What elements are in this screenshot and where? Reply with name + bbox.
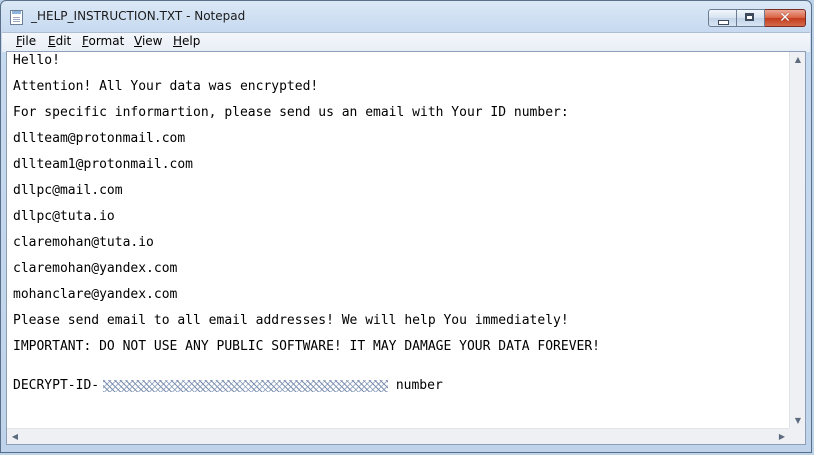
notepad-icon[interactable]	[10, 10, 23, 25]
text-line: Hello!	[13, 53, 60, 68]
menu-bar: File Edit Format View Help	[2, 32, 810, 52]
minimize-button[interactable]	[708, 9, 737, 27]
notepad-window: _HELP_INSTRUCTION.TXT - Notepad ✕ File E…	[0, 0, 812, 453]
text-editor[interactable]: Hello! Attention! All Your data was encr…	[6, 51, 806, 445]
menu-view[interactable]: View	[134, 34, 162, 48]
text-line: For specific informartion, please send u…	[13, 105, 569, 120]
text-line: Please send email to all email addresses…	[13, 313, 569, 328]
text-line: dllteam1@protonmail.com	[13, 157, 194, 172]
text-line: dllpc@mail.com	[13, 183, 123, 198]
text-line: mohanclare@yandex.com	[13, 287, 178, 302]
text-line: dllteam@protonmail.com	[13, 131, 186, 146]
menu-edit[interactable]: Edit	[48, 34, 71, 48]
triangle-left-icon[interactable]: ◀	[7, 429, 23, 445]
redacted-id	[103, 380, 388, 392]
menu-help[interactable]: Help	[173, 34, 200, 48]
scrollbar-corner	[789, 428, 805, 444]
text-line: dllpc@tuta.io	[13, 209, 115, 224]
maximize-icon	[745, 13, 754, 21]
maximize-button[interactable]	[737, 9, 765, 27]
vertical-scrollbar[interactable]: ▲ ▼	[789, 52, 805, 429]
text-line: claremohan@yandex.com	[13, 261, 178, 276]
triangle-up-icon[interactable]: ▲	[790, 52, 806, 68]
window-title: _HELP_INSTRUCTION.TXT - Notepad	[31, 9, 246, 23]
close-icon: ✕	[779, 10, 791, 26]
triangle-right-icon[interactable]: ▶	[774, 429, 790, 445]
triangle-down-icon[interactable]: ▼	[790, 413, 806, 429]
menu-file[interactable]: File	[16, 34, 36, 48]
text-line: IMPORTANT: DO NOT USE ANY PUBLIC SOFTWAR…	[13, 339, 600, 354]
text-line: Attention! All Your data was encrypted!	[13, 79, 319, 94]
minimize-icon	[718, 20, 729, 25]
decrypt-id-prefix: DECRYPT-ID-	[13, 378, 100, 393]
text-line: claremohan@tuta.io	[13, 235, 154, 250]
title-bar[interactable]: _HELP_INSTRUCTION.TXT - Notepad ✕	[1, 1, 811, 31]
menu-format[interactable]: Format	[82, 34, 124, 48]
document-text[interactable]: Hello! Attention! All Your data was encr…	[7, 52, 790, 429]
horizontal-scrollbar[interactable]: ◀ ▶	[7, 428, 790, 444]
decrypt-id-suffix: number	[388, 378, 443, 393]
close-button[interactable]: ✕	[765, 9, 806, 27]
